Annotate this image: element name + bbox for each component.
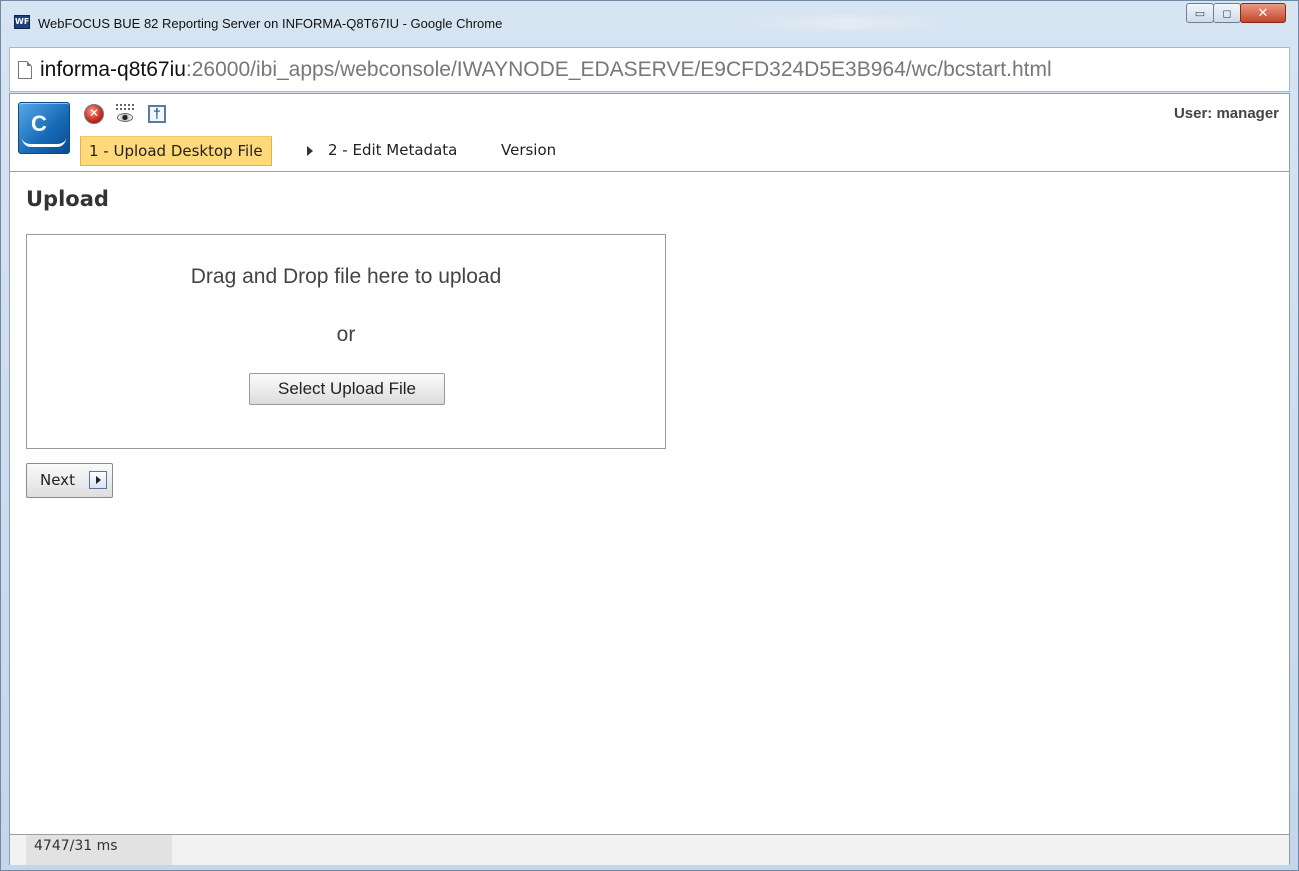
url-host: informa-q8t67iu [40,58,186,81]
minimize-icon: ▭ [1194,7,1206,20]
next-arrow-icon [89,471,107,489]
browser-window: WF WebFOCUS BUE 82 Reporting Server on I… [0,0,1299,871]
url-text[interactable]: informa-q8t67iu:26000/ibi_apps/webconsol… [40,58,1052,82]
next-button[interactable]: Next [26,463,113,498]
minimize-button[interactable]: ▭ [1186,3,1214,23]
console-logo-button[interactable]: C [18,102,70,154]
dropzone-instructions: Drag and Drop file here to upload [190,265,502,288]
tab-edit-metadata[interactable]: 2 - Edit Metadata [328,136,457,166]
window-title: WebFOCUS BUE 82 Reporting Server on INFO… [38,16,503,31]
timing-status: 4747/31 ms [26,835,172,865]
url-path: :26000/ibi_apps/webconsole/IWAYNODE_EDAS… [185,58,1052,81]
dropzone-or-label: or [336,323,356,346]
tab-upload-desktop-file[interactable]: 1 - Upload Desktop File [80,136,272,166]
maximize-button[interactable]: ◻ [1213,3,1241,23]
page-title: Upload [26,187,109,211]
blurred-title-area [736,16,956,30]
help-icon[interactable]: † [148,105,166,123]
address-bar[interactable]: informa-q8t67iu:26000/ibi_apps/webconsol… [9,47,1290,92]
user-label: User: manager [1173,105,1279,122]
app-header: C † User: manager 1 - Upload Desktop Fil… [10,94,1289,172]
stop-icon[interactable] [84,104,104,124]
close-icon: ✕ [1257,5,1269,20]
window-controls: ▭ ◻ ✕ [1186,3,1286,23]
close-window-button[interactable]: ✕ [1240,3,1286,23]
status-bar: 4747/31 ms [10,834,1289,865]
tab-arrow-icon [307,146,313,156]
tab-version[interactable]: Version [501,136,556,166]
title-bar: WF WebFOCUS BUE 82 Reporting Server on I… [1,1,1298,47]
page-icon [18,61,32,79]
webfocus-app-icon: WF [14,15,30,29]
file-dropzone[interactable]: Drag and Drop file here to upload or Sel… [26,234,666,449]
view-icon[interactable] [114,104,136,124]
next-button-label: Next [40,471,75,489]
maximize-icon: ◻ [1222,7,1232,20]
logo-letter: C [31,111,47,136]
main-content: Upload Drag and Drop file here to upload… [10,173,1289,833]
web-console-page: C † User: manager 1 - Upload Desktop Fil… [9,93,1290,865]
select-upload-file-button[interactable]: Select Upload File [249,373,445,405]
